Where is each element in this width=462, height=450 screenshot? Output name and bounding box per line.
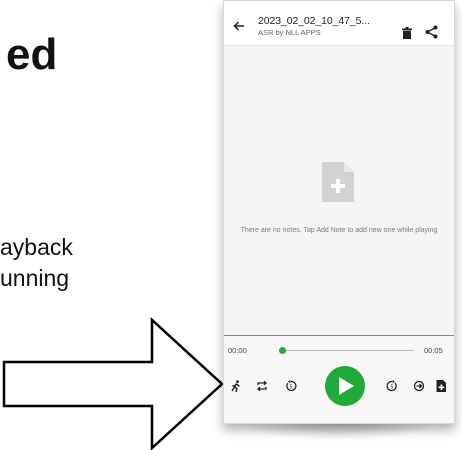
- notes-area: There are no notes. Tap Add Note to add …: [224, 46, 454, 336]
- seek-bar[interactable]: [282, 350, 414, 351]
- phone-screenshot: 2023_02_02_10_47_5... ASR by NLL APPS Th…: [223, 0, 455, 424]
- note-add-icon: [322, 162, 354, 202]
- repeat-icon[interactable]: [256, 380, 268, 392]
- svg-text:5: 5: [289, 385, 292, 391]
- play-button[interactable]: [325, 366, 365, 406]
- current-time: 00:00: [228, 346, 247, 355]
- play-icon: [339, 377, 354, 395]
- recording-subtitle: ASR by NLL APPS: [258, 28, 321, 37]
- seek-thumb[interactable]: [278, 347, 286, 354]
- forward-5-icon[interactable]: 5: [386, 380, 398, 392]
- add-note-icon[interactable]: [435, 380, 447, 392]
- recording-title-block: 2023_02_02_10_47_5... ASR by NLL APPS: [258, 15, 388, 37]
- share-icon[interactable]: [425, 25, 438, 39]
- rewind-5-icon[interactable]: 5: [285, 380, 297, 392]
- empty-notes-message: There are no notes. Tap Add Note to add …: [240, 227, 438, 234]
- svg-text:5: 5: [390, 385, 393, 391]
- back-arrow-icon[interactable]: [232, 19, 246, 33]
- recording-title: 2023_02_02_10_47_5...: [258, 15, 370, 27]
- total-time: 00:05: [424, 346, 443, 355]
- trash-icon[interactable]: [402, 27, 412, 39]
- playback-speed-icon[interactable]: [230, 380, 242, 392]
- app-bar: 2023_02_02_10_47_5... ASR by NLL APPS: [224, 1, 454, 46]
- skip-silence-icon[interactable]: [413, 380, 425, 392]
- playback-controls: 00:00 00:05 5 5: [224, 336, 454, 423]
